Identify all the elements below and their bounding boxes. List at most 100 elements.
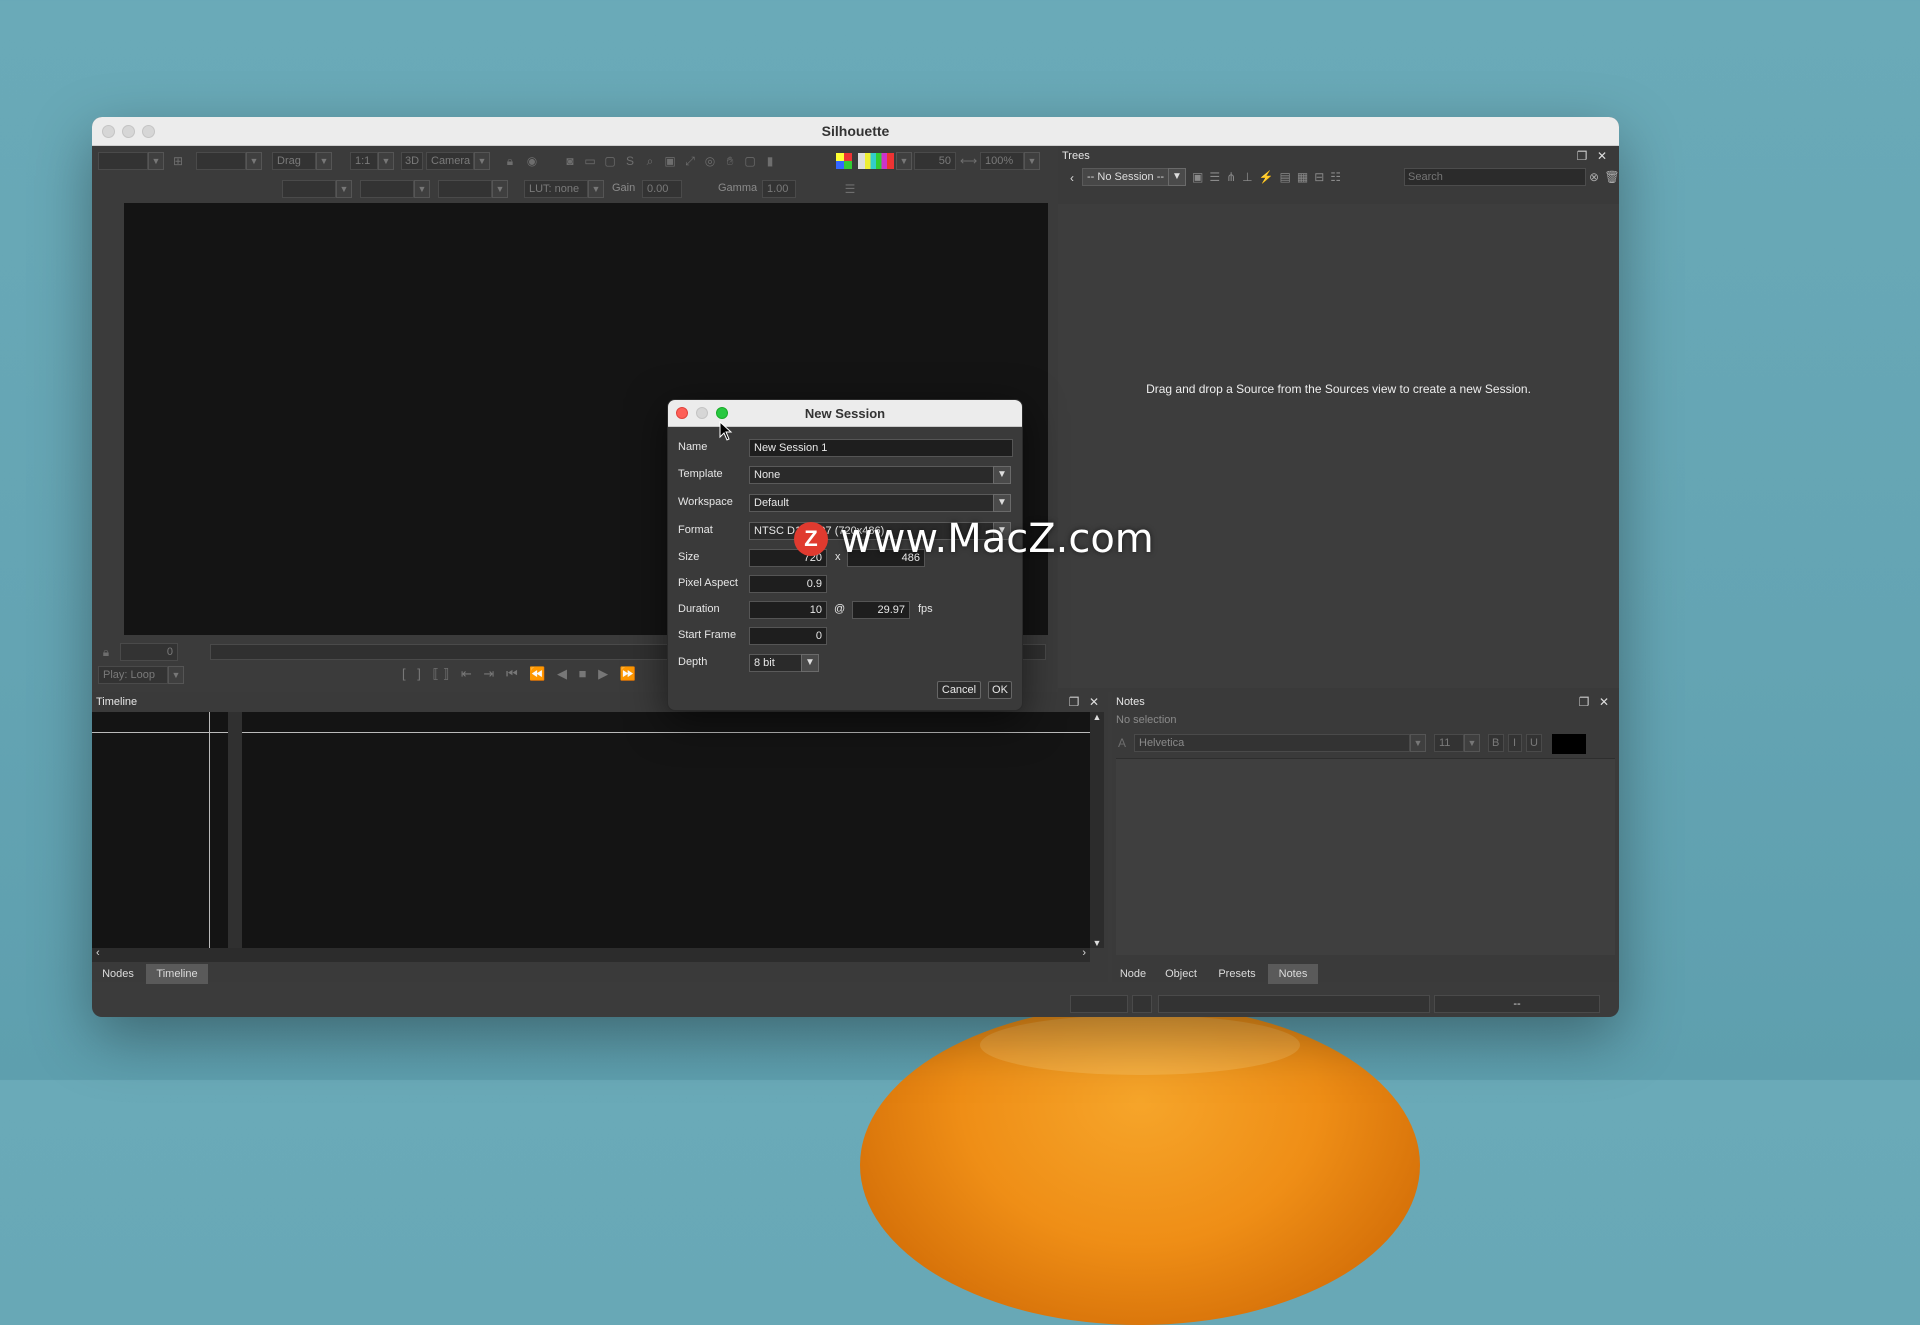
close-icon[interactable]: ✕ <box>1086 694 1102 710</box>
chevron-down-icon[interactable]: ▼ <box>336 180 352 198</box>
play-mode-select[interactable]: Play: Loop <box>98 666 168 684</box>
text-color-swatch[interactable] <box>1552 734 1586 754</box>
timeline-vscroll[interactable]: ▲ ▼ <box>1090 712 1104 948</box>
viewer-view-select[interactable] <box>196 152 246 170</box>
chevron-down-icon[interactable]: ▼ <box>378 152 394 170</box>
camera-select[interactable]: Camera <box>426 152 474 170</box>
pixel-aspect-field[interactable]: 0.9 <box>749 575 827 593</box>
bold-button[interactable]: B <box>1488 734 1504 752</box>
scroll-down-icon[interactable]: ▼ <box>1090 938 1104 948</box>
clear-search-icon[interactable]: ⊗ <box>1586 169 1602 185</box>
trees-search-input[interactable] <box>1404 168 1586 186</box>
channel-icon[interactable]: ▮ <box>762 153 778 169</box>
mode-select[interactable]: Drag <box>272 152 316 170</box>
channel-b-select[interactable] <box>360 180 414 198</box>
gamma-field[interactable]: 1.00 <box>762 180 796 198</box>
tab-timeline[interactable]: Timeline <box>146 964 208 984</box>
underline-button[interactable]: U <box>1526 734 1542 752</box>
timeline-playhead[interactable] <box>209 712 210 948</box>
chevron-down-icon[interactable]: ▼ <box>1024 152 1040 170</box>
zoom-select[interactable]: 100% <box>980 152 1024 170</box>
timeline-track-divider[interactable] <box>228 712 242 948</box>
roi-icon[interactable]: ▣ <box>662 153 678 169</box>
chevron-down-icon[interactable]: ▼ <box>168 666 184 684</box>
toggle-icon[interactable]: ◉ <box>524 153 540 169</box>
timeline-hscroll[interactable]: ‹ › <box>92 947 1090 962</box>
fps-field[interactable]: 29.97 <box>852 601 910 619</box>
tab-notes[interactable]: Notes <box>1268 964 1318 984</box>
chevron-down-icon[interactable]: ▼ <box>414 180 430 198</box>
chevron-down-icon[interactable]: ▼ <box>316 152 332 170</box>
cancel-button[interactable]: Cancel <box>937 681 981 699</box>
chevron-down-icon[interactable]: ▼ <box>588 180 604 198</box>
float-panel-icon[interactable]: ❐ <box>1576 694 1592 710</box>
script-icon[interactable]: S <box>622 153 638 169</box>
ok-button[interactable]: OK <box>988 681 1012 699</box>
fit-icon[interactable]: ⤢ <box>682 153 698 169</box>
close-icon[interactable]: ✕ <box>1594 148 1610 164</box>
channel-a-select[interactable] <box>282 180 336 198</box>
scroll-right-icon[interactable]: › <box>1082 947 1086 959</box>
chevron-down-icon[interactable]: ▼ <box>896 152 912 170</box>
timeline-panel: Timeline ❐ ✕ ▲ ▼ ‹ › Nodes Timeline <box>92 692 1108 984</box>
start-frame-field[interactable]: 0 <box>749 627 827 645</box>
chevron-down-icon[interactable]: ▼ <box>148 152 164 170</box>
back-icon[interactable]: ‹ <box>1064 170 1080 186</box>
close-icon[interactable]: ✕ <box>1596 694 1612 710</box>
lut-select[interactable]: LUT: none <box>524 180 588 198</box>
tab-presets[interactable]: Presets <box>1210 964 1264 984</box>
chevron-down-icon[interactable]: ▼ <box>1464 734 1480 752</box>
timeline-canvas[interactable] <box>92 712 1090 948</box>
session-select[interactable]: -- No Session -- ▼ <box>1082 168 1186 186</box>
window-title: Silhouette <box>821 123 890 139</box>
font-size-select[interactable]: 11 <box>1434 734 1464 752</box>
3d-toggle[interactable]: 3D <box>401 152 423 170</box>
fit-width-icon[interactable]: ⟷ <box>960 153 977 169</box>
monitor-icon[interactable]: ▭ <box>582 153 598 169</box>
channel-c-select[interactable] <box>438 180 492 198</box>
viewer-source-select[interactable] <box>98 152 148 170</box>
no-selection-label: No selection <box>1116 714 1177 726</box>
tab-object[interactable]: Object <box>1156 964 1206 984</box>
lock-icon[interactable]: 🔒︎ <box>502 153 518 169</box>
ratio-select[interactable]: 1:1 <box>350 152 378 170</box>
tab-nodes[interactable]: Nodes <box>94 964 142 984</box>
start-frame-label: Start Frame <box>678 629 737 641</box>
hand-icon[interactable]: ✋︎ <box>722 153 738 169</box>
trash-icon[interactable]: 🗑︎ <box>1604 169 1619 185</box>
overlay-icon[interactable]: ▢ <box>742 153 758 169</box>
add-icon[interactable]: ⊞ <box>170 153 186 169</box>
font-icon: A <box>1117 736 1126 750</box>
float-panel-icon[interactable]: ❐ <box>1574 148 1590 164</box>
trees-empty-message: Drag and drop a Source from the Sources … <box>1146 382 1531 396</box>
safe-area-icon[interactable]: ▢ <box>602 153 618 169</box>
name-field[interactable]: New Session 1 <box>749 439 1013 457</box>
trees-canvas[interactable]: Drag and drop a Source from the Sources … <box>1058 204 1619 688</box>
chevron-down-icon[interactable]: ▼ <box>474 152 490 170</box>
current-frame-field[interactable]: 0 <box>120 643 178 661</box>
notes-text-area[interactable] <box>1116 758 1615 955</box>
workspace-select[interactable]: Default ▼ <box>749 494 1011 512</box>
frame-field[interactable]: 50 <box>914 152 956 170</box>
font-select[interactable]: Helvetica <box>1134 734 1410 752</box>
target-icon[interactable]: ◎ <box>702 153 718 169</box>
settings-icon[interactable]: ☰ <box>842 181 858 197</box>
color-bars-icon[interactable] <box>858 153 894 169</box>
camera-icon[interactable]: ◙ <box>562 153 578 169</box>
gain-field[interactable]: 0.00 <box>642 180 682 198</box>
chevron-down-icon[interactable]: ▼ <box>492 180 508 198</box>
scroll-up-icon[interactable]: ▲ <box>1090 712 1104 722</box>
template-select[interactable]: None ▼ <box>749 466 1011 484</box>
duration-field[interactable]: 10 <box>749 601 827 619</box>
tab-node[interactable]: Node <box>1114 964 1152 984</box>
trees-toolbar-icons[interactable]: ▣☰⋔⊥⚡▤▦⊟☷ <box>1192 170 1402 186</box>
depth-select[interactable]: 8 bit ▼ <box>749 654 819 672</box>
chevron-down-icon[interactable]: ▼ <box>246 152 262 170</box>
float-panel-icon[interactable]: ❐ <box>1066 694 1082 710</box>
chevron-down-icon[interactable]: ▼ <box>1410 734 1426 752</box>
scroll-left-icon[interactable]: ‹ <box>96 947 100 959</box>
color-channels-icon[interactable] <box>836 153 852 169</box>
lock-icon[interactable]: 🔒︎ <box>98 644 114 660</box>
zoom-icon[interactable]: ⌕ <box>642 153 658 169</box>
italic-button[interactable]: I <box>1508 734 1522 752</box>
